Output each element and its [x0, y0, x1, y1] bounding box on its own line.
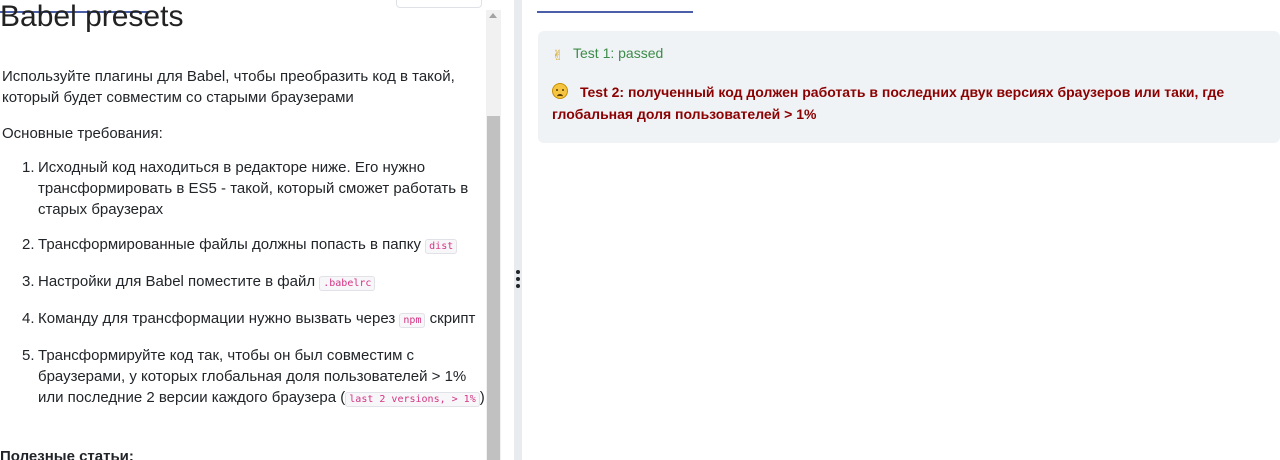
requirement-text-after: скрипт: [429, 310, 476, 327]
inline-code-browserslist: last 2 versions, > 1%: [345, 392, 480, 407]
description-scrollbar[interactable]: [486, 10, 501, 460]
requirement-item: 4. Команду для трансформации нужно вызва…: [0, 308, 486, 331]
requirements-list: 1. Исходный код находиться в редакторе н…: [0, 157, 486, 424]
requirement-number: 5.: [22, 347, 35, 364]
inline-code-npm: npm: [399, 313, 426, 328]
requirement-text: Команду для трансформации нужно вызвать …: [38, 310, 396, 327]
requirement-item: 5. Трансформируйте код так, чтобы он был…: [0, 345, 486, 410]
task-intro: Используйте плагины для Babel, чтобы пре…: [2, 68, 455, 106]
test-results-box: ✌ Test 1: passed Test 2: полученный код д…: [538, 31, 1280, 143]
inline-code-dist: dist: [425, 239, 458, 254]
toolbar-widget[interactable]: [396, 0, 482, 8]
requirement-text: Настройки для Babel поместите в файл: [38, 273, 316, 290]
requirement-number: 4.: [22, 310, 35, 327]
requirement-text: Исходный код находиться в редакторе ниже…: [38, 159, 469, 218]
requirement-item: 1. Исходный код находиться в редакторе н…: [0, 157, 486, 220]
results-tab-indicator: [537, 11, 693, 13]
requirement-number: 1.: [22, 159, 35, 176]
task-description-pane: Babel presets Используйте плагины для Ba…: [0, 0, 486, 460]
requirement-item: 3. Настройки для Babel поместите в файл …: [0, 271, 486, 294]
requirement-number: 3.: [22, 273, 35, 290]
page-title: Babel presets: [0, 0, 184, 33]
results-pane: ✌ Test 1: passed Test 2: полученный код д…: [522, 0, 1280, 460]
ok-hand-icon: ✌: [552, 47, 564, 63]
requirement-number: 2.: [22, 236, 35, 253]
requirement-item: 2. Трансформированные файлы должны попас…: [0, 234, 486, 257]
test-result-passed: ✌ Test 1: passed: [552, 45, 664, 63]
test-1-label: Test 1: passed: [573, 45, 664, 61]
requirement-text-after: ): [479, 389, 485, 406]
test-2-label: Test 2: полученный код должен работать в…: [552, 84, 1225, 122]
scrollbar-thumb[interactable]: [487, 116, 500, 460]
pane-splitter[interactable]: [514, 0, 522, 460]
requirement-text: Трансформированные файлы должны попасть …: [38, 236, 421, 253]
requirements-label: Основные требования:: [2, 125, 163, 142]
sad-face-icon: [552, 83, 568, 99]
inline-code-babelrc: .babelrc: [319, 276, 376, 291]
test-result-failed: Test 2: полученный код должен работать в…: [552, 81, 1262, 125]
drag-handle-icon[interactable]: [516, 270, 520, 290]
useful-articles-heading: Полезные статьи:: [0, 448, 134, 460]
scroll-up-arrow-icon[interactable]: [489, 13, 497, 18]
